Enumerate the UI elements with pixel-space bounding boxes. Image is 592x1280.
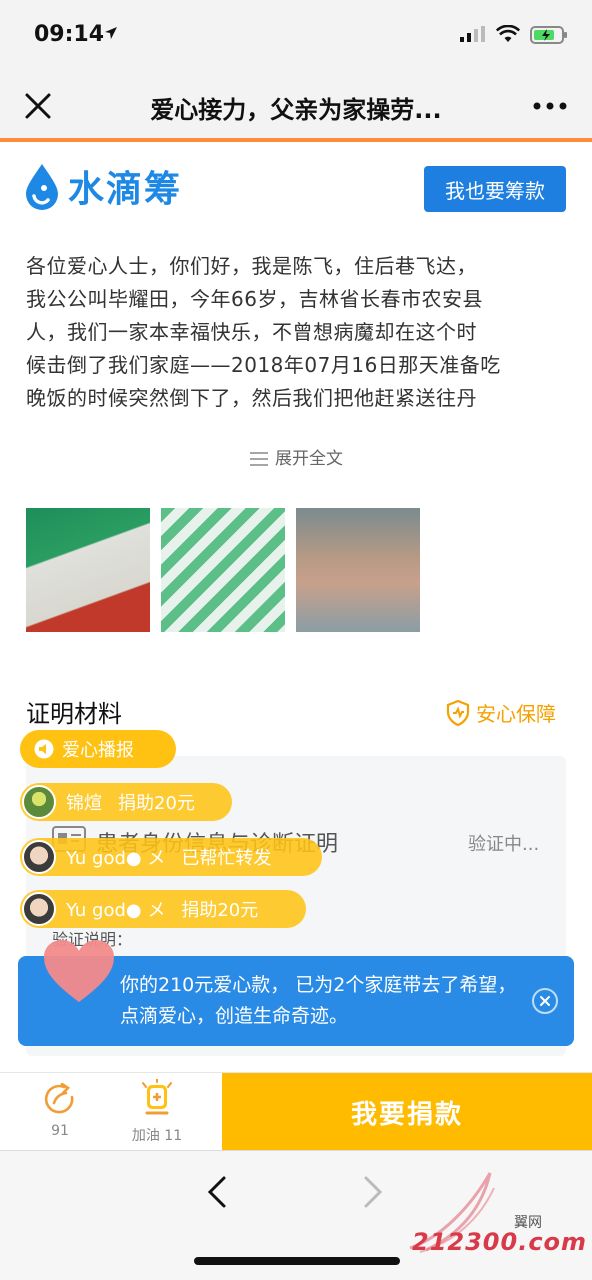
expand-full-text-button[interactable]: 展开全文 (0, 444, 592, 469)
water-drop-logo-icon (26, 164, 58, 210)
safety-guarantee-link[interactable]: 安心保障 (446, 698, 556, 727)
share-button[interactable]: 91 (20, 1082, 100, 1139)
home-indicator (194, 1257, 400, 1265)
signal-icon (460, 26, 485, 42)
broadcast-item: Yu god● メ 捐助20元 (20, 890, 306, 928)
donor-name: 锦煊 (66, 793, 102, 814)
avatar (22, 840, 56, 874)
back-arrow-icon[interactable] (206, 1175, 228, 1209)
story-line: 各位爱心人士，你们好，我是陈飞，住后巷飞达， (26, 254, 477, 278)
bottom-action-bar: 91 加油 11 我要捐款 (0, 1072, 592, 1151)
page-title: 爱心接力，父亲为家操劳... (150, 96, 442, 124)
safety-guarantee-label: 安心保障 (476, 702, 556, 726)
donor-action: 捐助20元 (181, 900, 259, 921)
broadcast-badge: 爱心播报 (20, 730, 176, 768)
story-text: 各位爱心人士，你们好，我是陈飞，住后巷飞达， 我公公叫毕耀田，今年66岁，吉林省… (26, 250, 570, 415)
donor-name: Yu god● メ (66, 900, 166, 921)
wifi-icon (496, 25, 520, 42)
share-count: 91 (51, 1123, 69, 1139)
broadcast-item: 锦煊 捐助20元 (20, 783, 232, 821)
logo: 水滴筹 (24, 160, 182, 212)
story-photo[interactable] (161, 508, 285, 632)
avatar (22, 892, 56, 926)
nav-bar: 爱心接力，父亲为家操劳... (0, 72, 592, 138)
close-icon (540, 996, 550, 1006)
proof-status: 验证中... (468, 834, 540, 855)
share-icon (44, 1082, 74, 1114)
more-icon[interactable] (533, 102, 567, 110)
heart-icon (44, 940, 114, 1002)
nav-divider (0, 138, 592, 142)
cheer-button[interactable]: 加油 11 (112, 1078, 202, 1145)
forward-arrow-icon[interactable] (362, 1175, 384, 1209)
broadcast-item: Yu god● メ 已帮忙转发 (20, 838, 322, 876)
expand-label: 展开全文 (275, 449, 343, 469)
story-line: 人，我们一家本幸福快乐，不曾想病魔却在这个时 (26, 320, 477, 344)
status-time: 09:14 (34, 22, 105, 47)
broadcast-label: 爱心播报 (62, 740, 134, 761)
close-icon[interactable] (24, 92, 52, 120)
story-line: 晚饭的时候突然倒下了，然后我们把他赶紧送往丹 (26, 386, 477, 410)
thumbs-up-icon (142, 1078, 172, 1115)
story-photo[interactable] (26, 508, 150, 632)
status-bar: 09:14 (0, 0, 592, 72)
toast-close-button[interactable] (532, 988, 558, 1014)
watermark-text: 212300.com (412, 1228, 588, 1256)
story-line: 我公公叫毕耀田，今年66岁，吉林省长春市农安县 (26, 287, 483, 311)
location-arrow-icon (105, 27, 117, 39)
battery-icon (530, 26, 567, 44)
cheer-label: 加油 11 (131, 1128, 183, 1144)
menu-lines-icon (250, 452, 268, 466)
shield-icon (446, 699, 470, 726)
proof-section-title: 证明材料 (26, 700, 122, 728)
donate-button[interactable]: 我要捐款 (222, 1073, 592, 1151)
logo-text: 水滴筹 (68, 169, 183, 210)
story-line: 候击倒了我们家庭——2018年07月16日那天准备吃 (26, 353, 501, 377)
toast-message: 你的210元爱心款， 已为2个家庭带去了希望，点滴爱心，创造生命奇迹。 (120, 974, 517, 1027)
avatar (22, 785, 56, 819)
start-fundraising-button[interactable]: 我也要筹款 (424, 166, 566, 212)
story-photo[interactable] (296, 508, 420, 632)
speaker-icon (34, 739, 54, 759)
donor-action: 捐助20元 (118, 793, 195, 814)
donor-action: 已帮忙转发 (181, 848, 272, 869)
donor-name: Yu god● メ (66, 848, 166, 869)
